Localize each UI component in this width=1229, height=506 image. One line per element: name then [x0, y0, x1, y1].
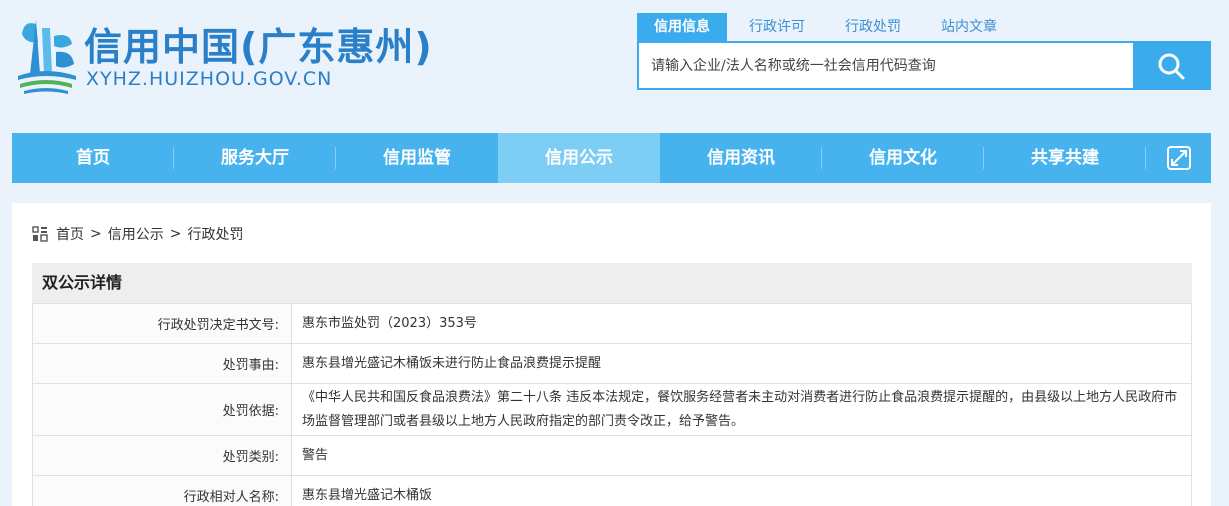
- search-tab-admin-penalty[interactable]: 行政处罚: [827, 13, 919, 42]
- row-key: 行政处罚决定书文号:: [32, 303, 292, 344]
- row-value: 警告: [291, 435, 1192, 476]
- breadcrumb-separator: >: [169, 226, 182, 242]
- row-value: 惠东县增光盛记木桶饭: [291, 475, 1192, 506]
- row-value: 惠东市监处罚（2023）353号: [291, 303, 1192, 344]
- huizhou-logo-icon: [18, 20, 76, 94]
- nav-item-credit-culture[interactable]: 信用文化: [822, 133, 984, 183]
- search-button[interactable]: [1133, 43, 1209, 88]
- site-title: 信用中国(广东惠州): [84, 25, 433, 69]
- row-key: 处罚事由:: [32, 343, 292, 384]
- grid-icon: [32, 226, 48, 242]
- search-icon: [1158, 53, 1185, 79]
- site-domain: XYHZ.HUIZHOU.GOV.CN: [86, 68, 333, 90]
- row-value: 惠东县增光盛记木桶饭未进行防止食品浪费提示提醒: [291, 343, 1192, 384]
- nav-item-credit-news[interactable]: 信用资讯: [660, 133, 822, 183]
- search-box: [637, 41, 1211, 90]
- nav-item-credit-publicity[interactable]: 信用公示: [498, 133, 660, 183]
- breadcrumb: 首页 > 信用公示 > 行政处罚: [32, 224, 243, 244]
- main-nav: 首页 服务大厅 信用监管 信用公示 信用资讯 信用文化 共享共建: [12, 133, 1211, 183]
- row-value: 《中华人民共和国反食品浪费法》第二十八条 违反本法规定，餐饮服务经营者未主动对消…: [291, 383, 1192, 436]
- table-row: 行政相对人名称: 惠东县增光盛记木桶饭: [32, 475, 1192, 506]
- content-panel: 首页 > 信用公示 > 行政处罚 双公示详情 行政处罚决定书文号: 惠东市监处罚…: [12, 203, 1211, 506]
- breadcrumb-separator: >: [90, 226, 102, 242]
- detail-table: 行政处罚决定书文号: 惠东市监处罚（2023）353号 处罚事由: 惠东县增光盛…: [32, 303, 1192, 506]
- nav-item-service-hall[interactable]: 服务大厅: [174, 133, 336, 183]
- table-row: 处罚依据: 《中华人民共和国反食品浪费法》第二十八条 违反本法规定，餐饮服务经营…: [32, 383, 1192, 436]
- nav-item-sharing[interactable]: 共享共建: [984, 133, 1146, 183]
- nav-expand-button[interactable]: [1146, 133, 1211, 183]
- breadcrumb-admin-penalty[interactable]: 行政处罚: [187, 224, 243, 244]
- table-row: 处罚类别: 警告: [32, 435, 1192, 476]
- search-tab-credit-info[interactable]: 信用信息: [637, 13, 727, 42]
- expand-icon: [1166, 146, 1191, 170]
- breadcrumb-credit-publicity[interactable]: 信用公示: [108, 224, 164, 244]
- breadcrumb-home[interactable]: 首页: [56, 224, 84, 244]
- row-key: 处罚类别:: [32, 435, 292, 476]
- search-tab-site-articles[interactable]: 站内文章: [923, 13, 1015, 42]
- row-key: 处罚依据:: [32, 383, 292, 436]
- nav-item-credit-supervision[interactable]: 信用监管: [336, 133, 498, 183]
- search-tab-admin-license[interactable]: 行政许可: [731, 13, 823, 42]
- search-tabs: 信用信息 行政许可 行政处罚 站内文章: [637, 13, 1019, 42]
- nav-item-home[interactable]: 首页: [12, 133, 174, 183]
- table-row: 行政处罚决定书文号: 惠东市监处罚（2023）353号: [32, 303, 1192, 344]
- site-logo[interactable]: [14, 14, 78, 96]
- row-key: 行政相对人名称:: [32, 475, 292, 506]
- table-row: 处罚事由: 惠东县增光盛记木桶饭未进行防止食品浪费提示提醒: [32, 343, 1192, 384]
- detail-title: 双公示详情: [32, 263, 1192, 303]
- search-input[interactable]: [639, 43, 1133, 88]
